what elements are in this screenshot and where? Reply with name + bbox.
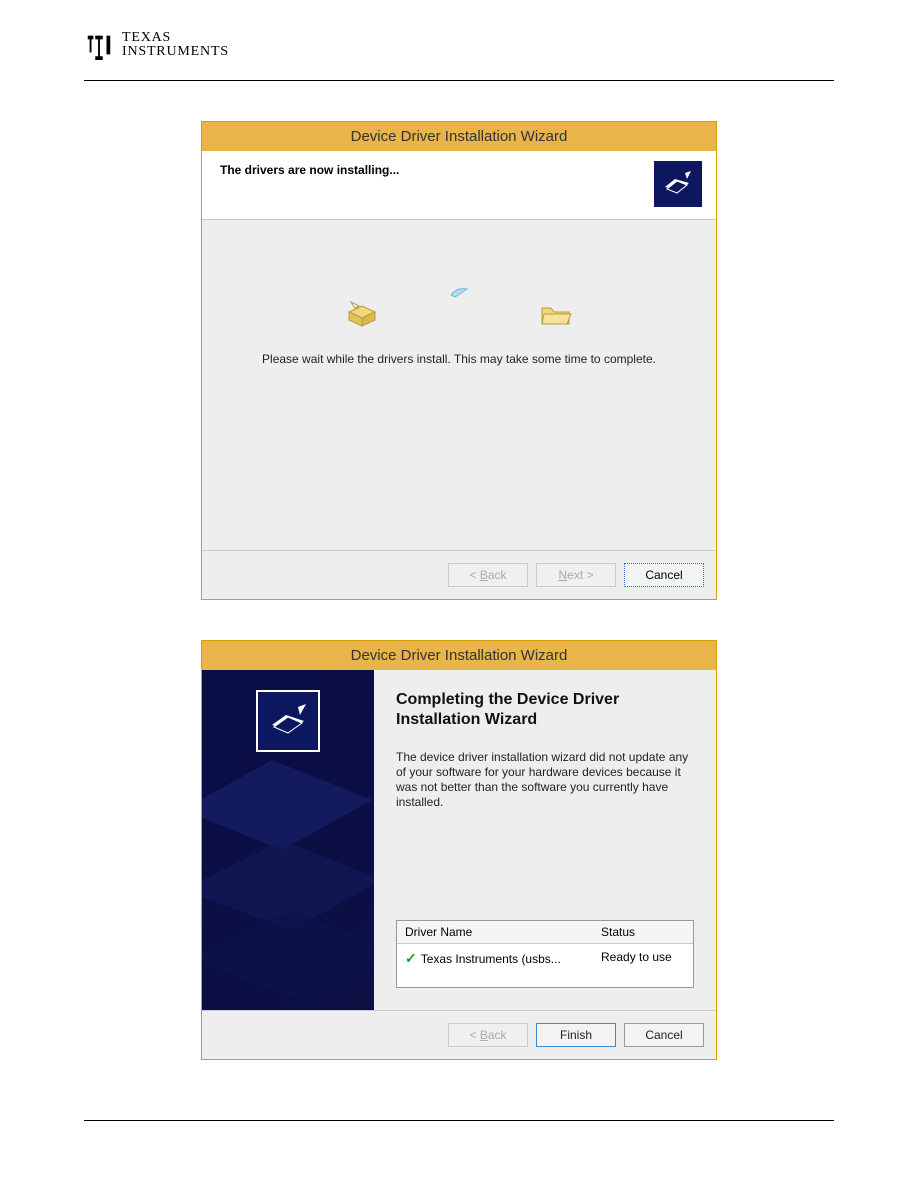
- dialog2-heading: Completing the Device Driver Installatio…: [396, 690, 694, 730]
- col-driver-name: Driver Name: [397, 921, 593, 943]
- dialog2-paragraph: The device driver installation wizard di…: [396, 750, 694, 810]
- col-status: Status: [593, 921, 693, 943]
- package-open-icon: [345, 300, 379, 328]
- driver-status-table: Driver Name Status ✓ Texas Instruments (…: [396, 920, 694, 988]
- brand-line2: INSTRUMENTS: [122, 45, 229, 59]
- flying-file-icon: [449, 285, 469, 299]
- dialog2-title: Device Driver Installation Wizard: [202, 641, 716, 670]
- install-progress-dialog: Device Driver Installation Wizard The dr…: [201, 121, 717, 600]
- progress-icons: [202, 300, 716, 328]
- dialog1-message: Please wait while the drivers install. T…: [202, 352, 716, 406]
- back-button: < Back: [448, 1023, 528, 1047]
- cancel-button[interactable]: Cancel: [624, 1023, 704, 1047]
- next-button: Next >: [536, 563, 616, 587]
- brand-line1: TEXAS: [122, 31, 229, 45]
- dialog1-title: Device Driver Installation Wizard: [202, 122, 716, 151]
- install-complete-dialog: Device Driver Installation Wizard: [201, 640, 717, 1060]
- driver-name-cell: Texas Instruments (usbs...: [421, 952, 561, 966]
- wizard-icon: [654, 161, 702, 207]
- folder-icon: [539, 300, 573, 328]
- wizard-side-graphic: [202, 670, 374, 1010]
- wizard-side-icon: [256, 690, 320, 752]
- back-button: < Back: [448, 563, 528, 587]
- divider-bottom: [84, 1120, 834, 1121]
- driver-status-cell: Ready to use: [593, 948, 693, 969]
- brand-header: TEXAS INSTRUMENTS: [84, 30, 834, 60]
- finish-button[interactable]: Finish: [536, 1023, 616, 1047]
- cancel-button[interactable]: Cancel: [624, 563, 704, 587]
- table-row: ✓ Texas Instruments (usbs... Ready to us…: [397, 944, 693, 987]
- dialog1-header-text: The drivers are now installing...: [220, 161, 399, 177]
- ti-logo-icon: [84, 30, 114, 60]
- check-icon: ✓: [405, 950, 417, 967]
- divider-top: [84, 80, 834, 81]
